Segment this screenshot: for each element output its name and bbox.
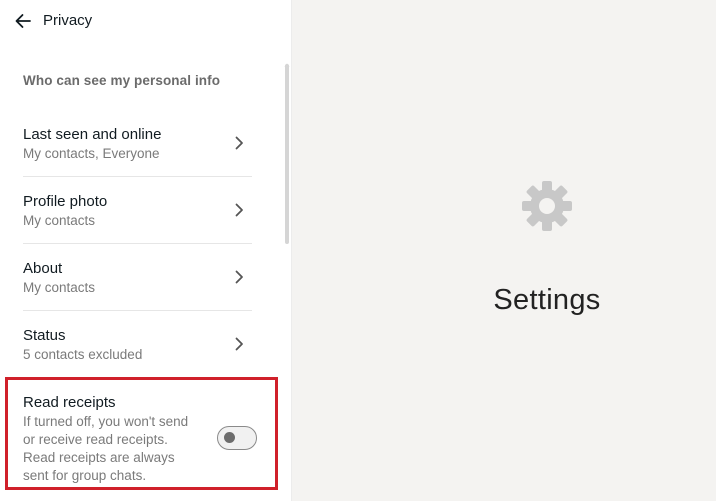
chevron-right-icon	[234, 203, 244, 217]
read-receipts-description-line: Read receipts are always	[23, 450, 175, 465]
scrollbar-thumb[interactable]	[285, 64, 289, 244]
page-title: Privacy	[43, 12, 93, 29]
section-title: Who can see my personal info	[23, 73, 221, 88]
about-value: My contacts	[23, 280, 96, 295]
read-receipts-label: Read receipts	[23, 394, 116, 411]
privacy-panel: Privacy Who can see my personal info Las…	[0, 0, 292, 501]
toggle-knob	[224, 432, 235, 443]
panel-header: Privacy	[0, 0, 291, 42]
read-receipts-toggle[interactable]	[217, 426, 257, 450]
chevron-right-icon	[234, 270, 244, 284]
last-seen-row[interactable]: Last seen and online My contacts, Everyo…	[23, 110, 252, 177]
read-receipts-description-line: sent for group chats.	[23, 468, 147, 483]
gear-icon	[520, 179, 574, 233]
scroll-up-arrow-icon[interactable]	[284, 55, 290, 67]
read-receipts-description-line: If turned off, you won't send	[23, 414, 189, 429]
app-window: Privacy Who can see my personal info Las…	[0, 0, 716, 501]
profile-photo-label: Profile photo	[23, 193, 108, 210]
last-seen-value: My contacts, Everyone	[23, 146, 160, 161]
chevron-right-icon	[234, 337, 244, 351]
about-row[interactable]: About My contacts	[23, 244, 252, 311]
back-arrow-icon[interactable]	[13, 11, 33, 31]
settings-placeholder-pane: Settings	[292, 0, 716, 501]
read-receipts-description: If turned off, you won't send or receive…	[23, 413, 208, 485]
chevron-right-icon	[234, 136, 244, 150]
last-seen-label: Last seen and online	[23, 126, 162, 143]
about-label: About	[23, 260, 63, 277]
status-label: Status	[23, 327, 66, 344]
read-receipts-description-line: or receive read receipts.	[23, 432, 168, 447]
status-row[interactable]: Status 5 contacts excluded	[23, 311, 252, 377]
profile-photo-row[interactable]: Profile photo My contacts	[23, 177, 252, 244]
settings-title: Settings	[493, 284, 601, 316]
profile-photo-value: My contacts	[23, 213, 96, 228]
status-value: 5 contacts excluded	[23, 347, 143, 362]
